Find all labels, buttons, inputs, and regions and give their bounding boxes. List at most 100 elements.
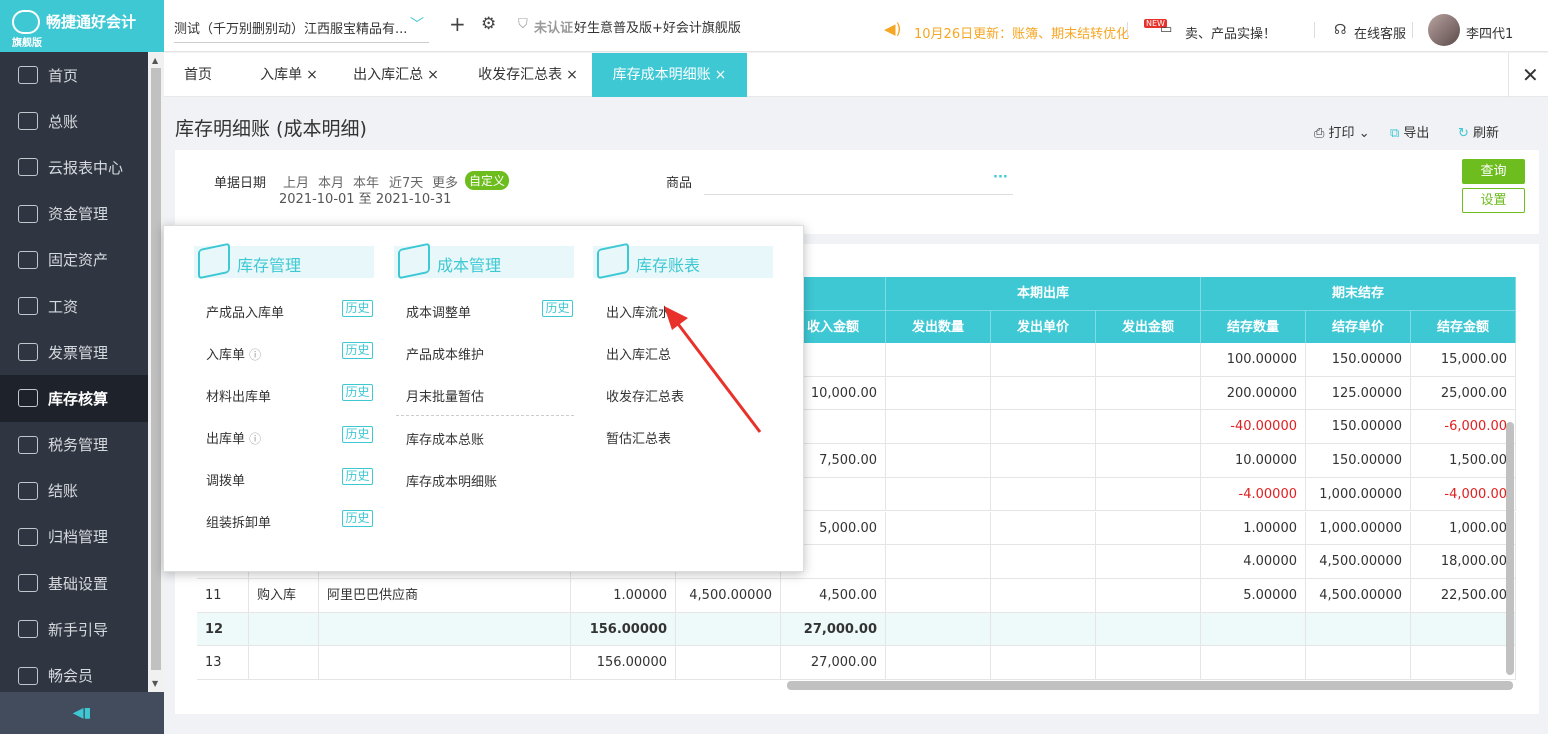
sidebar-item-inventory[interactable]: 库存核算 <box>0 375 148 422</box>
column-header[interactable]: 结存单价 <box>1306 310 1411 343</box>
close-icon[interactable]: × <box>566 67 578 83</box>
sidebar-item-guide[interactable]: 新手引导 <box>0 606 148 652</box>
column-header[interactable]: 结存数量 <box>1201 310 1306 343</box>
tab-home[interactable]: 首页 <box>174 53 222 97</box>
table-cell <box>1096 646 1201 680</box>
sidebar-item-invoices[interactable]: 发票管理 <box>0 329 148 375</box>
brand-logo[interactable]: 畅捷通好会计 旗舰版 <box>0 0 164 52</box>
table-cell <box>886 376 991 411</box>
table-cell: 22,500.00 <box>1411 578 1516 613</box>
menu-item-outbound[interactable]: 出库单 ⓘ <box>206 428 261 447</box>
history-badge[interactable]: 历史 <box>342 468 373 485</box>
update-notice[interactable]: 10月26日更新：账簿、期末结转优化 <box>914 23 1129 42</box>
goods-picker-button[interactable]: ··· <box>993 170 1008 185</box>
plus-icon[interactable]: + <box>449 12 466 36</box>
history-badge[interactable]: 历史 <box>342 384 373 401</box>
menu-item-transfer[interactable]: 调拨单 <box>206 470 245 489</box>
table-cell <box>1096 612 1201 647</box>
company-selector[interactable]: 测试（千万别删别动）江西服宝精品有... <box>174 18 407 37</box>
promo-link[interactable]: 卖、产品实操！ <box>1185 23 1276 42</box>
help-icon[interactable]: ⓘ <box>249 348 261 362</box>
sidebar-item-archive[interactable]: 归档管理 <box>0 514 148 560</box>
collapse-sidebar-button[interactable]: ◀▮ <box>0 692 164 734</box>
tab-label: 收发存汇总表 <box>478 67 563 83</box>
scroll-up-arrow-icon[interactable]: ▲ <box>152 56 158 65</box>
column-header[interactable]: 发出数量 <box>886 310 991 343</box>
sidebar-item-payroll[interactable]: 工资 <box>0 283 148 329</box>
table-cell: -4.00000 <box>1201 477 1306 512</box>
date-range[interactable]: 2021-10-01 至 2021-10-31 <box>279 188 451 207</box>
user-name[interactable]: 李四代1 <box>1466 23 1513 42</box>
menu-item-finished-goods-inbound[interactable]: 产成品入库单 <box>206 302 284 321</box>
sidebar-item-fixed-assets[interactable]: 固定资产 <box>0 237 148 283</box>
sidebar-item-ledger[interactable]: 总账 <box>0 98 148 144</box>
menu-item-inbound[interactable]: 入库单 ⓘ <box>206 344 261 363</box>
export-button[interactable]: ⧉ 导出 <box>1390 122 1429 141</box>
close-all-tabs-icon[interactable]: ✕ <box>1522 63 1539 87</box>
divider <box>1508 53 1509 97</box>
sidebar-item-funds[interactable]: 资金管理 <box>0 191 148 237</box>
menu-item-assembly[interactable]: 组装拆卸单 <box>206 512 271 531</box>
table-cell: 27,000.00 <box>781 612 886 647</box>
sidebar-item-settings[interactable]: 基础设置 <box>0 560 148 606</box>
cert-status[interactable]: 未认证 <box>534 17 573 36</box>
menu-item-product-cost[interactable]: 产品成本维护 <box>406 344 484 363</box>
close-icon[interactable]: × <box>427 67 439 83</box>
online-service-link[interactable]: 在线客服 <box>1354 23 1406 42</box>
play-icon <box>18 620 38 639</box>
tab-inout-summary[interactable]: 出入库汇总 × <box>346 53 446 97</box>
divider <box>1412 22 1413 38</box>
preset-custom[interactable]: 自定义 <box>465 171 510 190</box>
history-badge[interactable]: 历史 <box>342 426 373 443</box>
tab-stock-summary[interactable]: 收发存汇总表 × <box>470 53 586 97</box>
sidebar-item-reports[interactable]: 云报表中心 <box>0 144 148 190</box>
sidebar-item-tax[interactable]: 税务管理 <box>0 422 148 468</box>
column-header[interactable]: 结存金额 <box>1411 310 1516 343</box>
sidebar-scroll-thumb[interactable] <box>151 68 161 670</box>
close-icon[interactable]: × <box>715 67 727 83</box>
history-badge[interactable]: 历史 <box>342 300 373 317</box>
refresh-button[interactable]: ↻ 刷新 <box>1458 122 1499 141</box>
table-cell: 4.00000 <box>1201 545 1306 579</box>
table-cell <box>249 612 319 647</box>
menu-item-material-outbound[interactable]: 材料出库单 <box>206 386 271 405</box>
sidebar-item-home[interactable]: 首页 <box>0 52 148 98</box>
menu-item-cost-general-ledger[interactable]: 库存成本总账 <box>406 429 484 448</box>
filter-panel: 单据日期 上月 本月 本年 近7天 更多 自定义 2021-10-01 至 20… <box>175 150 1539 234</box>
history-badge[interactable]: 历史 <box>342 510 373 527</box>
query-button[interactable]: 查询 <box>1462 159 1525 184</box>
goods-input-underline <box>704 194 1013 195</box>
close-icon[interactable]: × <box>306 67 318 83</box>
table-cell <box>886 646 991 680</box>
column-header[interactable]: 发出金额 <box>1096 310 1201 343</box>
sidebar-item-closing[interactable]: 结账 <box>0 468 148 514</box>
history-badge[interactable]: 历史 <box>342 342 373 359</box>
table-cell <box>676 646 781 680</box>
table-cell <box>1411 646 1516 680</box>
table-cell: 13 <box>197 646 249 680</box>
settings-button[interactable]: 设置 <box>1462 188 1525 213</box>
sidebar-scrollbar[interactable]: ▲ ▼ <box>148 52 164 692</box>
menu-item-batch-estimate[interactable]: 月末批量暂估 <box>406 386 484 405</box>
table-cell <box>249 646 319 680</box>
table-hscroll-thumb[interactable] <box>787 681 1513 690</box>
print-button[interactable]: ⎙ 打印 ⌄ <box>1314 122 1370 141</box>
chevron-down-icon[interactable]: ﹀ <box>410 14 424 34</box>
column-header[interactable]: 发出单价 <box>991 310 1096 343</box>
tab-inbound[interactable]: 入库单 × <box>244 53 334 97</box>
menu-item-cost-adjustment[interactable]: 成本调整单 <box>406 302 471 321</box>
avatar[interactable] <box>1428 14 1460 46</box>
table-vscroll-thumb[interactable] <box>1506 422 1514 675</box>
tab-cost-detail[interactable]: 库存成本明细账 × <box>592 53 747 97</box>
sidebar-item-label: 畅会员 <box>48 667 94 686</box>
table-cell <box>1201 646 1306 680</box>
history-badge[interactable]: 历史 <box>542 300 573 317</box>
menu-item-cost-detail-ledger[interactable]: 库存成本明细账 <box>406 471 497 490</box>
gear-icon[interactable]: ⚙ <box>481 14 496 34</box>
arrow-head <box>664 306 688 330</box>
help-icon[interactable]: ⓘ <box>249 432 261 446</box>
scroll-down-arrow-icon[interactable]: ▼ <box>152 679 158 688</box>
speaker-icon: ◀) <box>884 20 902 38</box>
table-cell: 11 <box>197 578 249 613</box>
top-bar: 测试（千万别删别动）江西服宝精品有... ﹀ + ⚙ ⛉ 未认证 好生意普及版+… <box>164 0 1548 52</box>
